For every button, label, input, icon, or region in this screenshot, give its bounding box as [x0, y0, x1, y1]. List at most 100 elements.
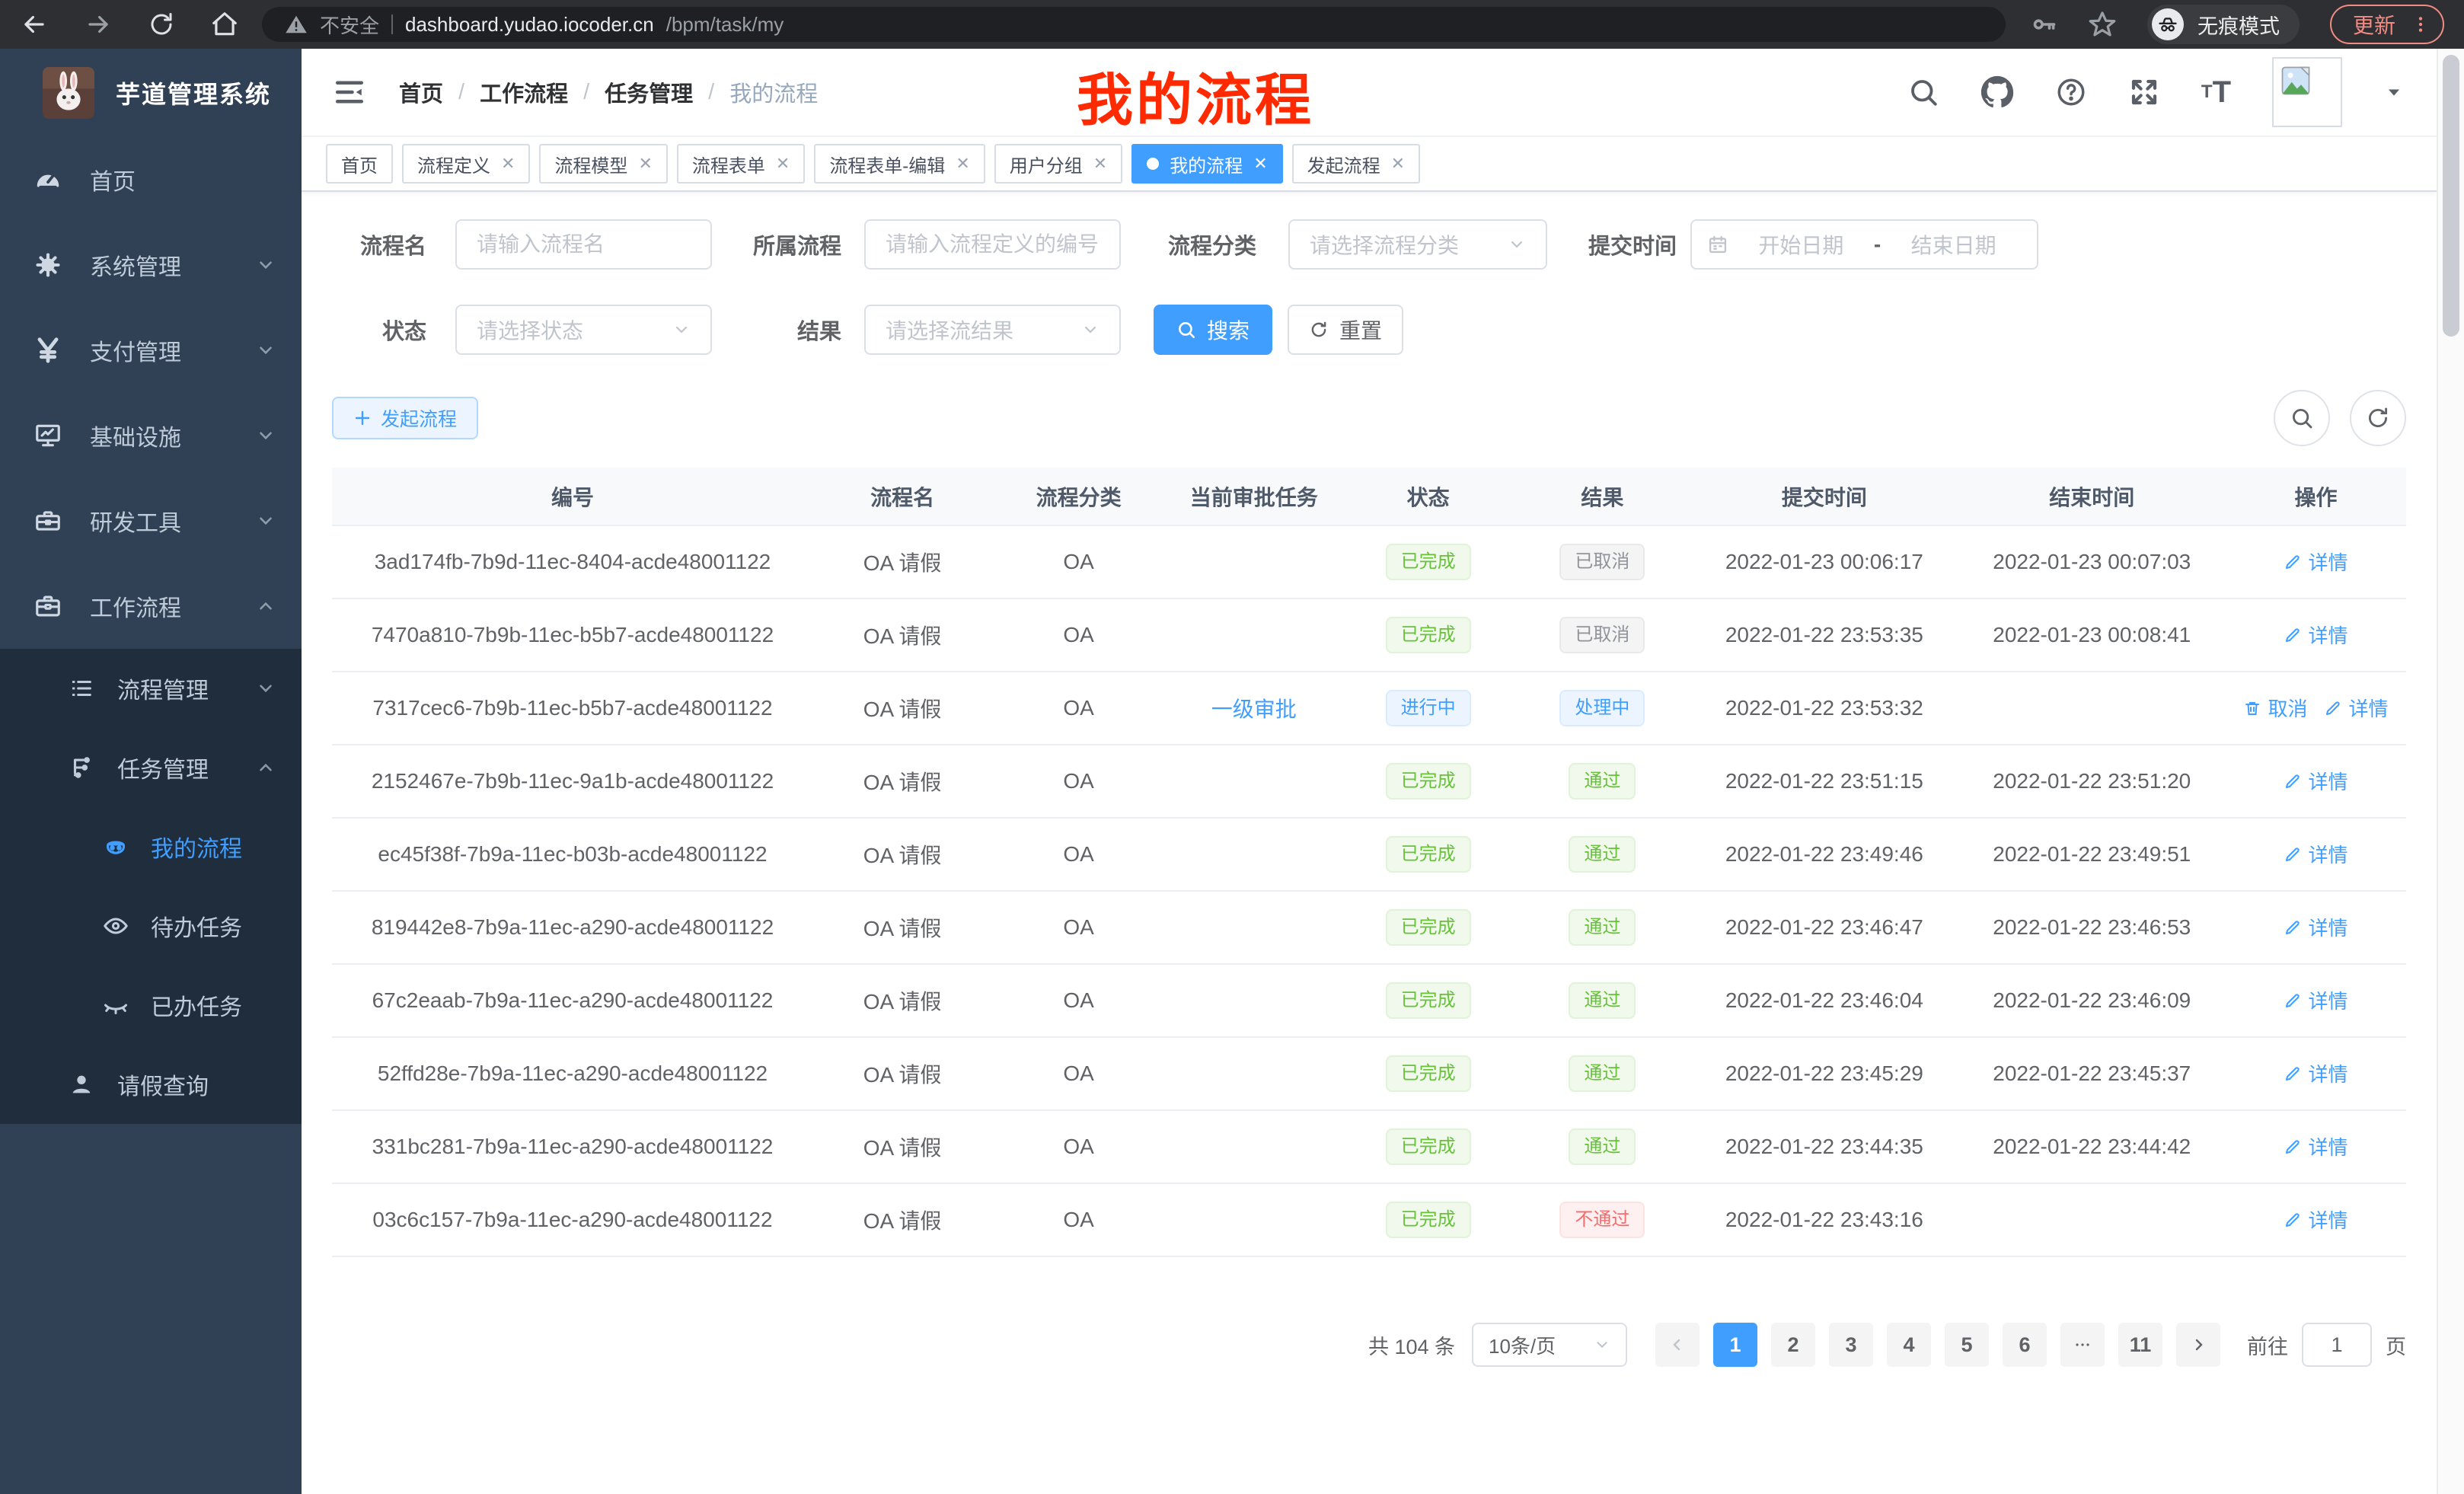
next-page-button[interactable] [2176, 1323, 2220, 1367]
detail-link[interactable]: 详情 [2284, 1205, 2348, 1234]
page-button-6[interactable]: 6 [2003, 1323, 2047, 1367]
page-button-4[interactable]: 4 [1887, 1323, 1931, 1367]
detail-link[interactable]: 详情 [2324, 694, 2388, 722]
tab-process-model[interactable]: 流程模型✕ [539, 144, 667, 184]
detail-link[interactable]: 详情 [2284, 986, 2348, 1014]
page-button-5[interactable]: 5 [1945, 1323, 1989, 1367]
tab-close-icon[interactable]: ✕ [776, 155, 790, 172]
browser-menu-icon[interactable] [2411, 14, 2430, 34]
reload-icon[interactable] [148, 11, 175, 38]
workflow-submenu: 流程管理 任务管理 我的流程 待办任务 已办任务 请假 [0, 649, 302, 1124]
prev-page-button[interactable] [1655, 1323, 1700, 1367]
sidebar-item-workflow[interactable]: 工作流程 [0, 563, 302, 649]
search-button[interactable]: 搜索 [1154, 305, 1272, 355]
sidebar-item-my-process[interactable]: 我的流程 [0, 807, 302, 886]
page-button-last[interactable]: 11 [2118, 1323, 2162, 1367]
result-select[interactable]: 请选择流结果 [864, 305, 1121, 355]
more-pages-button[interactable] [2060, 1323, 2105, 1367]
tab-close-icon[interactable]: ✕ [501, 155, 515, 172]
page-size-select[interactable]: 10条/页 [1472, 1323, 1627, 1367]
tab-close-icon[interactable]: ✕ [956, 155, 969, 172]
tab-home[interactable]: 首页 [326, 144, 393, 184]
detail-link[interactable]: 详情 [2284, 1059, 2348, 1087]
sidebar-item-todo-tasks[interactable]: 待办任务 [0, 886, 302, 966]
sidebar-toggle-icon[interactable] [334, 76, 365, 108]
sidebar-item-home[interactable]: 首页 [0, 137, 302, 222]
github-icon[interactable] [1980, 75, 2014, 109]
sidebar-item-system[interactable]: 系统管理 [0, 222, 302, 308]
ellipsis-icon [2073, 1336, 2092, 1354]
scrollbar-thumb[interactable] [2443, 55, 2459, 337]
tab-close-icon[interactable]: ✕ [1253, 155, 1267, 172]
tab-start-process[interactable]: 发起流程✕ [1292, 144, 1420, 184]
tab-user-group[interactable]: 用户分组✕ [994, 144, 1122, 184]
toggle-search-button[interactable] [2274, 390, 2330, 446]
sidebar-item-leave-query[interactable]: 请假查询 [0, 1045, 302, 1124]
cancel-link[interactable]: 取消 [2243, 694, 2307, 722]
breadcrumb-home[interactable]: 首页 [399, 76, 443, 108]
cell-end-time: 2022-01-23 00:08:41 [1958, 599, 2226, 672]
cell-category: OA [991, 1110, 1166, 1183]
status-select[interactable]: 请选择状态 [455, 305, 712, 355]
update-button[interactable]: 更新 [2330, 5, 2444, 44]
col-actions: 操作 [2226, 468, 2406, 525]
breadcrumb-task-mgmt[interactable]: 任务管理 [605, 76, 693, 108]
tab-label: 我的流程 [1170, 151, 1243, 177]
tab-my-process[interactable]: 我的流程 ✕ [1131, 144, 1282, 184]
cell-name: OA 请假 [813, 891, 991, 964]
sidebar-item-process-mgmt[interactable]: 流程管理 [0, 649, 302, 728]
user-menu-caret-icon[interactable] [2383, 81, 2405, 103]
detail-link[interactable]: 详情 [2284, 1132, 2348, 1160]
font-size-icon[interactable]: TT [2201, 75, 2231, 110]
cell-category: OA [991, 1183, 1166, 1256]
page-button-3[interactable]: 3 [1829, 1323, 1873, 1367]
result-badge: 通过 [1569, 836, 1636, 873]
tab-close-icon[interactable]: ✕ [1093, 155, 1107, 172]
avatar[interactable] [2272, 57, 2342, 127]
forward-icon[interactable] [84, 10, 113, 39]
category-select[interactable]: 请选择流程分类 [1288, 219, 1547, 270]
edit-pencil-icon [2284, 918, 2302, 937]
start-process-button[interactable]: 发起流程 [332, 397, 478, 439]
tab-close-icon[interactable]: ✕ [1391, 155, 1405, 172]
detail-link[interactable]: 详情 [2284, 621, 2348, 649]
back-icon[interactable] [20, 10, 49, 39]
eye-icon [102, 912, 129, 940]
breadcrumb-workflow[interactable]: 工作流程 [480, 76, 568, 108]
url-bar[interactable]: 不安全 dashboard.yudao.iocoder.cn /bpm/task… [262, 7, 2006, 42]
sidebar-item-infra[interactable]: 基础设施 [0, 393, 302, 478]
tab-process-definition[interactable]: 流程定义✕ [402, 144, 530, 184]
result-badge: 处理中 [1559, 690, 1645, 726]
process-definition-input[interactable] [864, 219, 1121, 270]
bookmark-star-icon[interactable] [2088, 10, 2117, 39]
sidebar-item-devtools[interactable]: 研发工具 [0, 478, 302, 563]
page-button-1[interactable]: 1 [1713, 1323, 1757, 1367]
password-key-icon[interactable] [2030, 11, 2057, 38]
refresh-table-button[interactable] [2350, 390, 2406, 446]
detail-link[interactable]: 详情 [2284, 840, 2348, 868]
sidebar-item-pay[interactable]: 支付管理 [0, 308, 302, 393]
detail-link[interactable]: 详情 [2284, 767, 2348, 795]
tab-process-form-edit[interactable]: 流程表单-编辑✕ [814, 144, 985, 184]
reset-button[interactable]: 重置 [1288, 305, 1403, 355]
help-icon[interactable] [2055, 76, 2087, 108]
sidebar-item-label: 我的流程 [151, 830, 242, 864]
cell-actions: 详情 [2226, 891, 2406, 964]
process-name-input[interactable] [455, 219, 712, 270]
sidebar-item-done-tasks[interactable]: 已办任务 [0, 966, 302, 1045]
sidebar-item-task-mgmt[interactable]: 任务管理 [0, 728, 302, 807]
current-task-link[interactable]: 一级审批 [1211, 698, 1297, 721]
tab-close-icon[interactable]: ✕ [638, 155, 652, 172]
detail-link[interactable]: 详情 [2284, 913, 2348, 941]
goto-page-input[interactable] [2302, 1323, 2372, 1367]
page-scrollbar[interactable] [2437, 49, 2464, 1494]
search-icon[interactable] [1907, 76, 1939, 108]
result-select-placeholder: 请选择流结果 [886, 314, 1013, 345]
fullscreen-icon[interactable] [2128, 76, 2160, 108]
page-button-2[interactable]: 2 [1771, 1323, 1815, 1367]
tree-list-icon [69, 675, 94, 701]
tab-process-form[interactable]: 流程表单✕ [677, 144, 805, 184]
home-icon[interactable] [210, 10, 239, 39]
detail-link[interactable]: 详情 [2284, 547, 2348, 576]
submit-time-range-picker[interactable]: 开始日期 - 结束日期 [1690, 219, 2038, 270]
